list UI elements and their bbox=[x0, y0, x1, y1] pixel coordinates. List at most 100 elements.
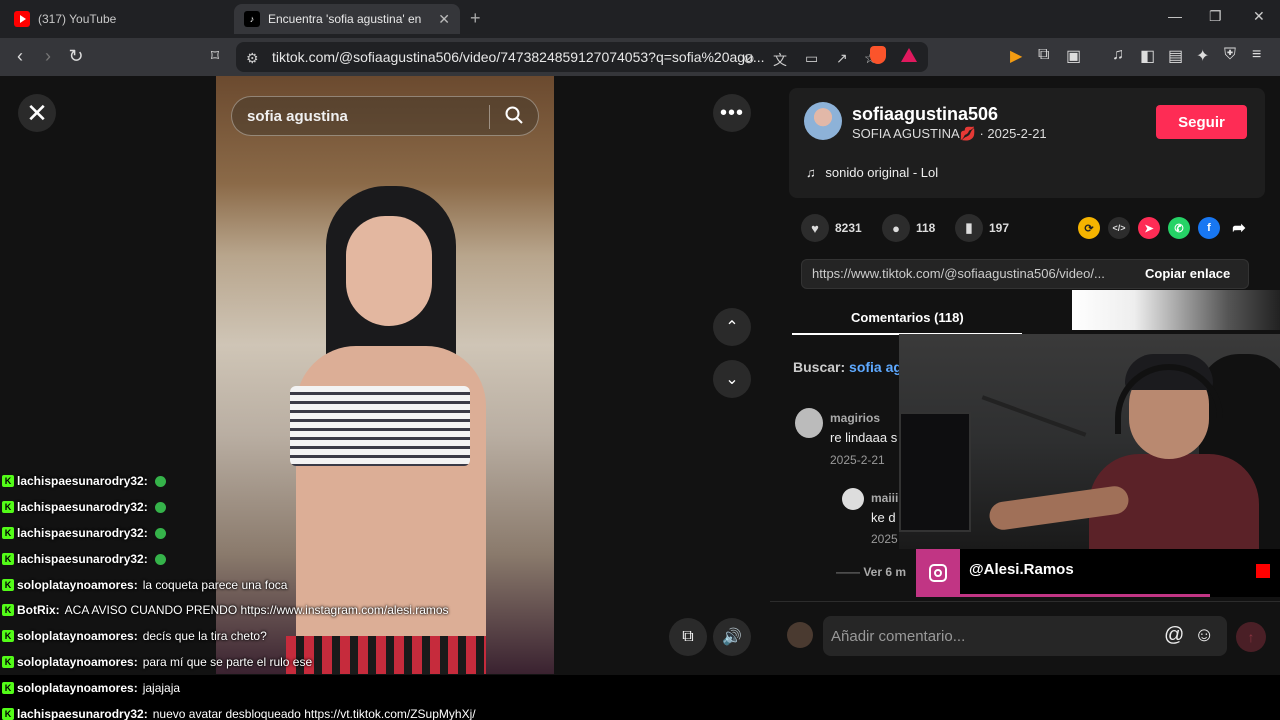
minimize-icon[interactable]: — bbox=[1168, 8, 1182, 24]
copy-link-button[interactable]: Copiar enlace bbox=[1145, 266, 1230, 281]
leo-ai-icon[interactable]: ✦ bbox=[1196, 46, 1209, 66]
chat-username: lachispaesunarodry32: bbox=[17, 707, 148, 720]
brave-rewards-icon[interactable] bbox=[901, 48, 917, 62]
author-username[interactable]: sofiaagustina506 bbox=[852, 104, 998, 125]
music-icon[interactable]: ♫ bbox=[1112, 46, 1124, 64]
forward-icon[interactable]: › bbox=[37, 46, 59, 67]
view-more-replies[interactable]: —— Ver 6 m bbox=[836, 565, 906, 579]
video-search-text: sofia agustina bbox=[247, 107, 348, 125]
next-video-button[interactable]: ⌄ bbox=[713, 360, 751, 398]
save-stat[interactable]: ▮ 197 bbox=[955, 214, 1009, 242]
cast-icon[interactable]: ▭ bbox=[805, 50, 818, 67]
tab-comments[interactable]: Comentarios (118) bbox=[851, 310, 964, 325]
chat-message: K soloplataynoamores: jajajaja bbox=[0, 678, 180, 698]
like-stat[interactable]: ♥ 8231 bbox=[801, 214, 862, 242]
close-window-icon[interactable]: ✕ bbox=[1253, 8, 1265, 25]
reload-icon[interactable]: ↻ bbox=[65, 46, 87, 67]
post-date: · 2025-2-21 bbox=[979, 126, 1047, 141]
play-extension-icon[interactable]: ▶ bbox=[1010, 46, 1022, 66]
commenter-name[interactable]: magirios bbox=[830, 411, 880, 425]
chat-username: soloplataynoamores: bbox=[17, 655, 138, 669]
author-avatar[interactable] bbox=[804, 102, 842, 140]
screenshot-icon[interactable]: ▣ bbox=[1066, 46, 1081, 66]
pip-button[interactable]: ⧉ bbox=[669, 618, 707, 656]
previous-video-button[interactable]: ⌃ bbox=[713, 308, 751, 346]
post-comment-button[interactable]: ↑ bbox=[1236, 622, 1266, 652]
tab-strip: (317) YouTube ♪ Encuentra 'sofia agustin… bbox=[0, 0, 1280, 38]
reply-name[interactable]: maiii bbox=[871, 491, 898, 505]
sound-title: sonido original - Lol bbox=[825, 165, 939, 180]
comment-text: re lindaaa s bbox=[830, 430, 898, 445]
like-count: 8231 bbox=[835, 221, 862, 235]
chat-message: K lachispaesunarodry32: bbox=[0, 549, 166, 569]
webcam-feed bbox=[899, 334, 1280, 549]
search-icon[interactable] bbox=[504, 105, 524, 125]
restore-icon[interactable]: ❐ bbox=[1209, 8, 1222, 25]
chat-message: K lachispaesunarodry32: bbox=[0, 523, 166, 543]
more-options-button[interactable]: ••• bbox=[713, 94, 751, 132]
vpn-icon[interactable]: ⛨ bbox=[1224, 46, 1236, 64]
more-share-icon[interactable]: ➦ bbox=[1228, 217, 1250, 239]
volume-button[interactable]: 🔊 bbox=[713, 618, 751, 656]
whatsapp-icon[interactable]: ✆ bbox=[1168, 217, 1190, 239]
my-avatar bbox=[787, 622, 813, 648]
extensions-icon[interactable]: ⧉ bbox=[1038, 46, 1049, 64]
back-icon[interactable]: ‹ bbox=[9, 46, 31, 67]
wallet-icon[interactable]: ▤ bbox=[1168, 46, 1183, 66]
new-tab-icon[interactable]: + bbox=[470, 8, 481, 29]
site-settings-icon[interactable]: ⚙ bbox=[246, 50, 259, 67]
chat-message: K lachispaesunarodry32: bbox=[0, 471, 166, 491]
close-video-button[interactable]: ✕ bbox=[18, 94, 56, 132]
commenter-avatar[interactable] bbox=[795, 408, 823, 438]
reply-avatar[interactable] bbox=[842, 488, 864, 510]
tab-label: (317) YouTube bbox=[38, 12, 117, 26]
tab-label: Encuentra 'sofia agustina' en bbox=[268, 12, 422, 26]
chat-username: soloplataynoamores: bbox=[17, 681, 138, 695]
kick-badge-icon: K bbox=[2, 553, 14, 565]
reply-text: ke d bbox=[871, 510, 896, 525]
brave-shield-icon[interactable] bbox=[870, 46, 886, 64]
send-to-friend-icon[interactable]: ➤ bbox=[1138, 217, 1160, 239]
share-icon[interactable]: ↗ bbox=[836, 50, 848, 67]
search-suggestion-term: sofia ag bbox=[849, 359, 902, 375]
comment-stat[interactable]: ● 118 bbox=[882, 214, 935, 242]
menu-icon[interactable]: ≡ bbox=[1252, 46, 1261, 64]
bookmark-icon: ▮ bbox=[955, 214, 983, 242]
chat-text: para mí que se parte el rulo ese bbox=[142, 655, 313, 669]
emote-icon bbox=[154, 475, 166, 487]
chat-message: K soloplataynoamores: para mí que se par… bbox=[0, 652, 312, 672]
youtube-icon bbox=[14, 11, 30, 27]
facebook-icon[interactable]: f bbox=[1198, 217, 1220, 239]
emoji-icon[interactable]: ☺ bbox=[1194, 624, 1214, 647]
music-note-icon: ♫ bbox=[806, 165, 816, 180]
repost-icon[interactable]: ⟳ bbox=[1078, 217, 1100, 239]
translate-icon[interactable]: 文 bbox=[773, 50, 787, 70]
address-bar[interactable]: tiktok.com/@sofiaagustina506/video/74738… bbox=[236, 42, 928, 72]
chat-username: soloplataynoamores: bbox=[17, 629, 138, 643]
mention-icon[interactable]: @ bbox=[1164, 624, 1184, 647]
chat-message: K soloplataynoamores: la coqueta parece … bbox=[0, 575, 287, 595]
no-tracking-icon[interactable]: ⊘ bbox=[743, 50, 755, 67]
sidebar-icon[interactable]: ◧ bbox=[1140, 46, 1155, 66]
chat-message: K lachispaesunarodry32: nuevo avatar des… bbox=[0, 704, 476, 720]
chat-username: soloplataynoamores: bbox=[17, 578, 138, 592]
embed-icon[interactable]: </> bbox=[1108, 217, 1130, 239]
sound-link[interactable]: ♫ sonido original - Lol bbox=[806, 165, 938, 180]
kick-badge-icon: K bbox=[2, 682, 14, 694]
emote-icon bbox=[154, 553, 166, 565]
chat-message: K lachispaesunarodry32: bbox=[0, 497, 166, 517]
search-suggestion-label: Buscar: bbox=[793, 359, 846, 375]
follow-button[interactable]: Seguir bbox=[1156, 105, 1247, 139]
tab-tiktok[interactable]: ♪ Encuentra 'sofia agustina' en ✕ bbox=[234, 4, 460, 34]
search-suggestion[interactable]: Buscar: sofia ag bbox=[793, 359, 902, 375]
video-search-box[interactable]: sofia agustina bbox=[231, 96, 539, 136]
comment-icon: ● bbox=[882, 214, 910, 242]
chat-text: jajajaja bbox=[142, 681, 181, 695]
tab-youtube[interactable]: (317) YouTube bbox=[4, 4, 230, 34]
chat-message: K BotRix: ACA AVISO CUANDO PRENDO https:… bbox=[0, 600, 449, 620]
tiktok-icon: ♪ bbox=[244, 11, 260, 27]
instagram-handle: @Alesi.Ramos bbox=[969, 561, 1074, 578]
close-tab-icon[interactable]: ✕ bbox=[438, 11, 450, 28]
bookmark-icon[interactable]: ⌑ bbox=[204, 46, 226, 66]
instagram-icon-box bbox=[916, 549, 960, 597]
